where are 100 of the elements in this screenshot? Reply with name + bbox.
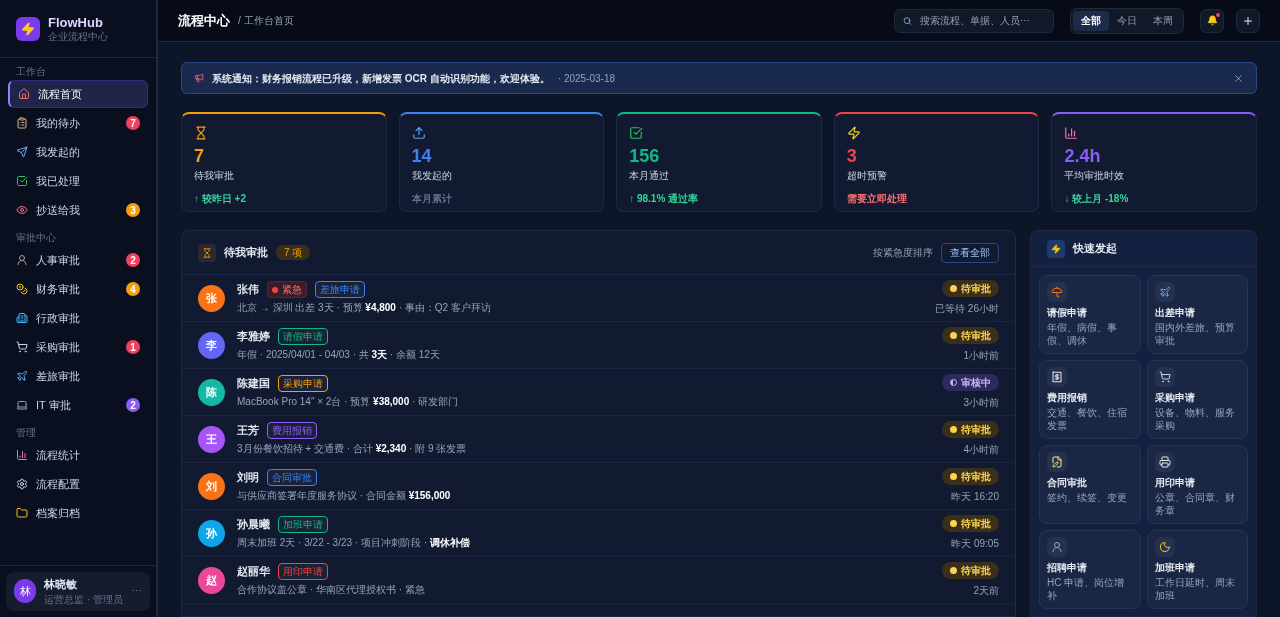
nav-item[interactable]: 流程首页 bbox=[8, 80, 148, 108]
nav-item[interactable]: 我发起的 bbox=[8, 138, 148, 166]
cart-icon bbox=[1154, 367, 1175, 387]
quick-action-card[interactable]: 请假申请 年假、病假、事假、调休 bbox=[1039, 275, 1141, 354]
action-title: 出差申请 bbox=[1154, 306, 1196, 319]
approval-row[interactable]: 王 王芳 费用报销 3月份餐饮招待 + 交通费 · 合计 ¥2,340 · 附 9 张发票 待审批 4小时前 bbox=[182, 416, 1015, 463]
filter-tab[interactable]: 全部 bbox=[1073, 10, 1109, 31]
cart-icon bbox=[16, 341, 28, 353]
action-description: 工作日延时、周末加班 bbox=[1154, 576, 1236, 602]
search-field[interactable]: 搜索流程、单据、人员⋯ bbox=[894, 8, 1054, 33]
quick-action-card[interactable]: 加班申请 工作日延时、周末加班 bbox=[1146, 530, 1248, 609]
type-tag: 采购申请 bbox=[278, 375, 328, 392]
stat-value: 14 bbox=[411, 145, 433, 168]
building-icon bbox=[16, 312, 28, 324]
stat-trend: 需要立即处理 bbox=[846, 192, 907, 206]
plus-icon bbox=[1242, 14, 1254, 27]
quick-action-card[interactable]: 用印申请 公章、合同章、财务章 bbox=[1146, 445, 1248, 524]
stat-value: 3 bbox=[846, 145, 858, 168]
request-time: 1小时前 bbox=[963, 349, 999, 363]
applicant-name: 赵丽华 bbox=[237, 564, 270, 580]
action-description: 年假、病假、事假、调休 bbox=[1047, 321, 1118, 347]
approval-row[interactable]: 孙 孙晨曦 加班申请 周末加班 2天 · 3/22 - 3/23 · 项目冲刺阶段 · 调休补偿 待审批 昨天 09:05 bbox=[182, 510, 1015, 557]
nav-item[interactable]: IT 审批 2 bbox=[8, 391, 148, 419]
section-title: 管理 bbox=[15, 425, 37, 440]
request-detail: 周末加班 2天 · 3/22 - 3/23 · 项目冲刺阶段 · 调休补偿 bbox=[237, 536, 471, 550]
stat-label: 超时预警 bbox=[846, 169, 888, 183]
stat-trend: ↑ 较昨日 +2 bbox=[194, 192, 246, 206]
close-icon[interactable] bbox=[1233, 72, 1244, 84]
stat-trend: ↓ 较上月 -18% bbox=[1064, 192, 1129, 206]
brand-subtitle: 企业流程中心 bbox=[48, 30, 108, 43]
quick-action-card[interactable]: 合同审批 签约、续签、变更 bbox=[1039, 445, 1141, 524]
applicant-name: 孙晨曦 bbox=[237, 517, 270, 533]
stat-label: 本月通过 bbox=[629, 169, 671, 183]
nav-item[interactable]: 行政审批 bbox=[8, 304, 148, 332]
type-tag: 差旅申请 bbox=[315, 281, 365, 298]
applicant-name: 张伟 bbox=[237, 282, 259, 298]
approval-row[interactable]: 刘 刘明 合同审批 与供应商签署年度服务协议 · 合同金额 ¥156,000 待审批 昨天 16:20 bbox=[182, 463, 1015, 510]
quick-action-card[interactable]: 采购申请 设备、物料、服务采购 bbox=[1146, 360, 1248, 439]
stat-label: 我发起的 bbox=[411, 169, 453, 183]
plane-icon bbox=[16, 370, 28, 382]
count-badge: 3 bbox=[126, 203, 140, 217]
type-tag: 合同审批 bbox=[267, 469, 317, 486]
notice-text: 系统通知：财务报销流程已升级，新增发票 OCR 自动识别功能，欢迎体验。 bbox=[212, 71, 550, 86]
approval-row[interactable]: 陈 陈建国 采购申请 MacBook Pro 14″ × 2台 · 预算 ¥38,000 · 研发部门 审核中 3小时前 bbox=[182, 369, 1015, 416]
add-button[interactable] bbox=[1236, 8, 1260, 33]
view-all-button[interactable]: 查看全部 bbox=[941, 242, 999, 263]
filter-tab[interactable]: 本周 bbox=[1145, 10, 1181, 31]
user-avatar: 张 bbox=[198, 284, 225, 312]
approval-row[interactable]: 赵 赵丽华 用印申请 合作协议盖公章 · 华南区代理授权书 · 紧急 待审批 2天前 bbox=[182, 557, 1015, 604]
search-input[interactable]: 搜索流程、单据、人员⋯ bbox=[919, 13, 1045, 28]
printer-icon bbox=[1154, 452, 1175, 472]
quick-action-card[interactable]: 出差申请 国内外差旅、预算审批 bbox=[1146, 275, 1248, 354]
filter-tab[interactable]: 今日 bbox=[1109, 10, 1145, 31]
nav-item[interactable]: 我已处理 bbox=[8, 167, 148, 195]
nav-item[interactable]: 流程统计 bbox=[8, 441, 148, 469]
count-badge: 2 bbox=[126, 253, 140, 267]
action-title: 用印申请 bbox=[1154, 476, 1196, 489]
nav-item[interactable]: 差旅审批 bbox=[8, 362, 148, 390]
notice-date: · 2025-03-18 bbox=[557, 71, 617, 86]
document-pen-icon bbox=[1047, 452, 1067, 472]
status-badge: 待审批 bbox=[942, 327, 999, 344]
notification-button[interactable] bbox=[1200, 8, 1224, 33]
user-avatar: 李 bbox=[198, 331, 225, 359]
status-badge: 待审批 bbox=[942, 515, 999, 532]
stat-trend: 本月累计 bbox=[411, 192, 452, 206]
nav-item[interactable]: 我的待办 7 bbox=[8, 109, 148, 137]
brand-name: FlowHub bbox=[48, 14, 104, 31]
quick-action-card[interactable]: 招聘申请 HC 申请、岗位增补 bbox=[1039, 530, 1141, 609]
checkbox-icon bbox=[629, 126, 644, 140]
approval-row[interactable]: 张 张伟 紧急 差旅申请 北京 → 深圳 出差 3天 · 预算 ¥4,800 · 事由：Q2 客户拜访 待审批 已等待 26小时 bbox=[182, 275, 1015, 322]
lightning-icon bbox=[846, 126, 861, 140]
request-detail: 年假 · 2025/04/01 - 04/03 · 共 3天 · 余额 12天 bbox=[237, 348, 441, 362]
quick-action-card[interactable]: 费用报销 交通、餐饮、住宿发票 bbox=[1039, 360, 1141, 439]
type-tag: 请假申请 bbox=[278, 328, 328, 345]
section-title: 审批中心 bbox=[15, 230, 57, 245]
approval-row[interactable]: 李 李雅婷 请假申请 年假 · 2025/04/01 - 04/03 · 共 3天 · 余额 12天 待审批 1小时前 bbox=[182, 322, 1015, 369]
panel-title: 待我审批 bbox=[224, 245, 268, 261]
nav-item[interactable]: 档案归档 bbox=[8, 499, 148, 527]
request-time: 2天前 bbox=[973, 584, 999, 598]
sort-label[interactable]: 按紧急度排序 bbox=[873, 245, 933, 260]
action-description: 设备、物料、服务采购 bbox=[1154, 406, 1236, 432]
action-description: 国内外差旅、预算审批 bbox=[1154, 321, 1236, 347]
moon-icon bbox=[1154, 537, 1175, 557]
more-button[interactable]: ⋯ bbox=[131, 583, 142, 600]
nav-item[interactable]: 抄送给我 3 bbox=[8, 196, 148, 224]
count-badge: 7 bbox=[126, 116, 140, 130]
request-detail: 北京 → 深圳 出差 3天 · 预算 ¥4,800 · 事由：Q2 客户拜访 bbox=[237, 301, 492, 315]
bell-icon bbox=[1206, 15, 1218, 26]
nav-item[interactable]: 财务审批 4 bbox=[8, 275, 148, 303]
nav-item[interactable]: 人事审批 2 bbox=[8, 246, 148, 274]
stat-value: 156 bbox=[629, 145, 661, 168]
count-badge: 2 bbox=[126, 398, 140, 412]
status-badge: 待审批 bbox=[942, 562, 999, 579]
request-time: 已等待 26小时 bbox=[935, 302, 999, 316]
person-icon bbox=[16, 254, 28, 266]
nav-item[interactable]: 采购审批 1 bbox=[8, 333, 148, 361]
megaphone-icon bbox=[194, 73, 204, 83]
laptop-icon bbox=[16, 399, 28, 411]
bar-chart-icon bbox=[1064, 126, 1079, 140]
nav-item[interactable]: 流程配置 bbox=[8, 470, 148, 498]
